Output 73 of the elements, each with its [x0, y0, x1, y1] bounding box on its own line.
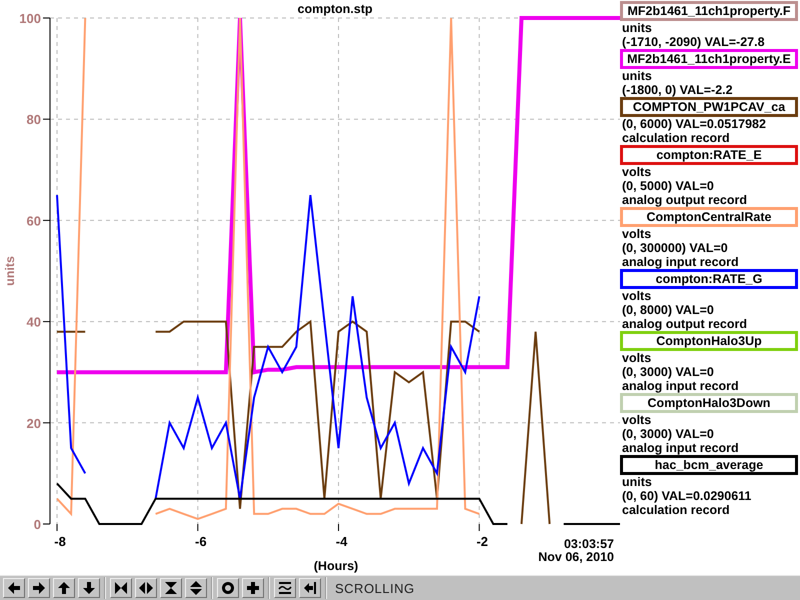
legend-text: (-1800, 0) VAL=-2.2 — [621, 83, 734, 97]
y-tick-label: 60 — [26, 213, 41, 228]
legend-header[interactable]: MF2b1461_11ch1property.F — [620, 1, 798, 21]
pan-left-button[interactable] — [3, 578, 25, 598]
legend-header[interactable]: ComptonCentralRate — [620, 207, 798, 227]
wave-icon — [278, 581, 292, 595]
legend-text: units — [621, 69, 653, 83]
legend-header[interactable]: compton:RATE_E — [620, 145, 798, 165]
legend-text: (0, 3000) VAL=0 — [621, 427, 715, 441]
legend-header[interactable]: COMPTON_PW1PCAV_ca — [620, 97, 798, 117]
legend-text: (0, 3000) VAL=0 — [621, 365, 715, 379]
plus-icon — [246, 581, 260, 595]
triangles-vertical-inward-icon — [164, 581, 178, 595]
arrow-right-icon — [32, 581, 46, 595]
legend-text: volts — [621, 165, 652, 179]
y-tick-label: 20 — [26, 416, 41, 431]
legend-text: volts — [621, 351, 652, 365]
reset-button[interactable] — [217, 578, 239, 598]
time-label: 03:03:57 — [564, 537, 614, 551]
y-axis-label: units — [3, 256, 17, 286]
legend-text: analog input record — [621, 255, 740, 269]
add-button[interactable] — [242, 578, 264, 598]
zoom-out-vertical-button[interactable] — [185, 578, 207, 598]
arrow-up-icon — [57, 581, 71, 595]
y-tick-label: 100 — [19, 11, 41, 26]
legend-header[interactable]: hac_bcm_average — [620, 455, 798, 475]
x-tick-label: -8 — [54, 534, 66, 549]
legend-text: analog input record — [621, 441, 740, 455]
status-text: SCROLLING — [335, 580, 415, 596]
x-tick-label: -6 — [195, 534, 207, 549]
legend-text: analog input record — [621, 379, 740, 393]
legend-header[interactable]: ComptonHalo3Down — [620, 393, 798, 413]
zoom-in-vertical-button[interactable] — [160, 578, 182, 598]
triangles-vertical-outward-icon — [189, 581, 203, 595]
legend-text: volts — [621, 289, 652, 303]
x-axis-label: (Hours) — [314, 559, 358, 573]
autoscale-button[interactable] — [274, 578, 296, 598]
triangles-inward-icon — [114, 581, 128, 595]
legend-text: (0, 60) VAL=0.0290611 — [621, 489, 752, 503]
legend-text: (-1710, -2090) VAL=-27.8 — [621, 35, 766, 49]
pan-down-button[interactable] — [78, 578, 100, 598]
legend-header[interactable]: MF2b1461_11ch1property.E — [620, 49, 798, 69]
ring-icon — [221, 581, 235, 595]
legend-header[interactable]: ComptonHalo3Up — [620, 331, 798, 351]
zoom-in-horizontal-button[interactable] — [110, 578, 132, 598]
y-tick-label: 0 — [34, 517, 41, 532]
arrow-down-icon — [82, 581, 96, 595]
legend-text: volts — [621, 413, 652, 427]
legend-text: (0, 300000) VAL=0 — [621, 241, 729, 255]
legend-text: analog output record — [621, 193, 748, 207]
pan-up-button[interactable] — [53, 578, 75, 598]
legend-text: units — [621, 21, 653, 35]
pan-right-button[interactable] — [28, 578, 50, 598]
legend-text: calculation record — [621, 131, 731, 145]
y-tick-label: 40 — [26, 314, 41, 330]
legend-text: (0, 6000) VAL=0.0517982 — [621, 117, 767, 131]
legend-header[interactable]: compton:RATE_G — [620, 269, 798, 289]
legend-text: volts — [621, 227, 652, 241]
back-button[interactable] — [299, 578, 321, 598]
legend-text: (0, 5000) VAL=0 — [621, 179, 715, 193]
legend-text: analog output record — [621, 317, 748, 331]
arrow-left-icon — [7, 581, 21, 595]
x-tick-label: -4 — [336, 534, 348, 549]
arrow-to-bar-icon — [303, 581, 317, 595]
legend-text: calculation record — [621, 503, 731, 517]
x-tick-label: -2 — [476, 534, 488, 549]
zoom-out-horizontal-button[interactable] — [135, 578, 157, 598]
y-tick-label: 80 — [26, 112, 41, 128]
legend-text: units — [621, 475, 653, 489]
triangles-outward-icon — [139, 581, 153, 595]
chart-title: compton.stp — [298, 2, 372, 16]
legend-text: (0, 8000) VAL=0 — [621, 303, 715, 317]
date-label: Nov 06, 2010 — [538, 550, 614, 564]
